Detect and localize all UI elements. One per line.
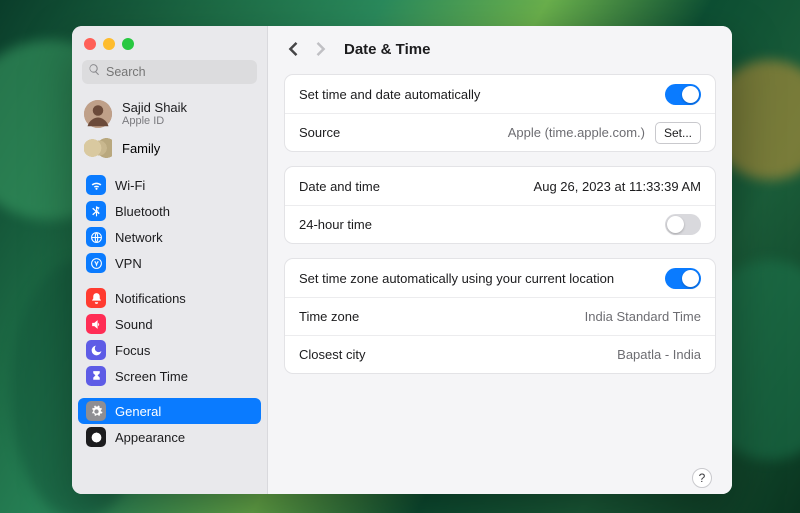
sidebar: Sajid Shaik Apple ID Family Wi-Fi Bluetoo… <box>72 26 268 494</box>
row-value: Apple (time.apple.com.) <box>508 125 645 140</box>
sidebar-item-focus[interactable]: Focus <box>78 337 261 363</box>
sidebar-item-label: Bluetooth <box>115 204 170 219</box>
row-label: Set time and date automatically <box>299 87 480 102</box>
sidebar-item-notifications[interactable]: Notifications <box>78 285 261 311</box>
search-field[interactable] <box>82 60 257 84</box>
family-icon <box>84 138 112 158</box>
bluetooth-icon <box>86 201 106 221</box>
family-label: Family <box>122 141 160 156</box>
gear-icon <box>86 401 106 421</box>
hourglass-icon <box>86 366 106 386</box>
set-button[interactable]: Set... <box>655 122 701 144</box>
wifi-icon <box>86 175 106 195</box>
sidebar-item-label: General <box>115 404 161 419</box>
apple-id-row[interactable]: Sajid Shaik Apple ID <box>72 94 267 134</box>
sidebar-item-sound[interactable]: Sound <box>78 311 261 337</box>
back-button[interactable] <box>284 40 302 58</box>
sidebar-item-screentime[interactable]: Screen Time <box>78 363 261 389</box>
main-pane: Date & Time Set time and date automatica… <box>268 26 732 494</box>
toggle[interactable] <box>665 84 701 105</box>
settings-group-0: Set time and date automatically Source App… <box>284 74 716 152</box>
row-label: Source <box>299 125 340 140</box>
sidebar-item-label: Network <box>115 230 163 245</box>
search-input[interactable] <box>106 65 251 79</box>
row-label: Closest city <box>299 347 365 362</box>
sidebar-item-label: Appearance <box>115 430 185 445</box>
row-label: 24-hour time <box>299 217 372 232</box>
sidebar-item-network[interactable]: Network <box>78 224 261 250</box>
forward-button[interactable] <box>312 40 330 58</box>
sidebar-nav: Wi-Fi Bluetooth Network VPN Notifications Sou… <box>72 168 267 454</box>
zoom-window-button[interactable] <box>122 38 134 50</box>
help-button[interactable]: ? <box>692 468 712 488</box>
settings-row: Time zone India Standard Time <box>285 297 715 335</box>
toolbar: Date & Time <box>268 26 732 72</box>
system-settings-window: Sajid Shaik Apple ID Family Wi-Fi Bluetoo… <box>72 26 732 494</box>
sidebar-item-wifi[interactable]: Wi-Fi <box>78 172 261 198</box>
family-row[interactable]: Family <box>72 134 267 168</box>
row-value: India Standard Time <box>585 309 701 324</box>
row-value: Bapatla - India <box>617 347 701 362</box>
settings-group-2: Set time zone automatically using your c… <box>284 258 716 374</box>
sidebar-item-label: Notifications <box>115 291 186 306</box>
user-sublabel: Apple ID <box>122 115 187 127</box>
row-label: Time zone <box>299 309 359 324</box>
settings-row: Source Apple (time.apple.com.) Set... <box>285 113 715 151</box>
toggle[interactable] <box>665 268 701 289</box>
sidebar-item-label: Screen Time <box>115 369 188 384</box>
settings-row: Set time and date automatically <box>285 75 715 113</box>
sidebar-item-vpn[interactable]: VPN <box>78 250 261 276</box>
sidebar-item-appearance[interactable]: Appearance <box>78 424 261 450</box>
settings-row: Set time zone automatically using your c… <box>285 259 715 297</box>
toggle[interactable] <box>665 214 701 235</box>
sidebar-item-label: Sound <box>115 317 153 332</box>
settings-row: Date and time Aug 26, 2023 at 11:33:39 AM <box>285 167 715 205</box>
speaker-icon <box>86 314 106 334</box>
sidebar-item-label: Wi-Fi <box>115 178 145 193</box>
page-title: Date & Time <box>344 41 430 58</box>
row-label: Set time zone automatically using your c… <box>299 271 614 286</box>
settings-group-1: Date and time Aug 26, 2023 at 11:33:39 AM… <box>284 166 716 244</box>
user-name: Sajid Shaik <box>122 101 187 115</box>
content: Set time and date automatically Source App… <box>268 72 732 494</box>
appearance-icon <box>86 427 106 447</box>
bell-icon <box>86 288 106 308</box>
sidebar-item-bluetooth[interactable]: Bluetooth <box>78 198 261 224</box>
minimize-window-button[interactable] <box>103 38 115 50</box>
row-value: Aug 26, 2023 at 11:33:39 AM <box>534 179 701 194</box>
network-icon <box>86 227 106 247</box>
sidebar-item-general[interactable]: General <box>78 398 261 424</box>
close-window-button[interactable] <box>84 38 96 50</box>
search-icon <box>88 63 101 81</box>
settings-row: 24-hour time <box>285 205 715 243</box>
moon-icon <box>86 340 106 360</box>
sidebar-item-label: VPN <box>115 256 142 271</box>
user-avatar-icon <box>84 100 112 128</box>
vpn-icon <box>86 253 106 273</box>
window-controls <box>72 32 267 60</box>
settings-row: Closest city Bapatla - India <box>285 335 715 373</box>
row-label: Date and time <box>299 179 380 194</box>
sidebar-item-label: Focus <box>115 343 150 358</box>
